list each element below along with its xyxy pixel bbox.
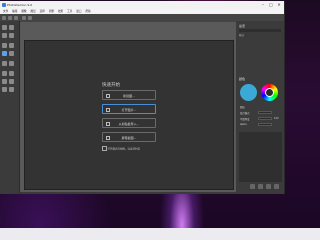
import-clipboard-label: 从剪贴板导入... (118, 122, 140, 126)
text-tool-icon[interactable] (2, 61, 7, 66)
open-image-button[interactable]: 打开图片... (102, 104, 156, 114)
toolbox (0, 21, 20, 193)
color-wheel[interactable] (261, 84, 278, 101)
close-button[interactable]: ✕ (276, 2, 282, 8)
screenshot-label: 屏幕截图... (121, 136, 137, 140)
wand-select-icon[interactable] (9, 51, 14, 56)
brush-tool-icon[interactable] (9, 71, 14, 76)
quick-start-title: 快速开始 (102, 83, 120, 88)
blend-mode-select[interactable] (258, 111, 272, 114)
opacity-value: 100 (274, 117, 279, 120)
import-clipboard-button[interactable]: 从剪贴板导入... (102, 118, 156, 128)
eraser-tool-icon[interactable] (2, 79, 7, 84)
hand-tool-icon[interactable] (2, 25, 7, 30)
blend-mode-label: 混合模式 (240, 112, 250, 115)
overview-bar (239, 29, 281, 32)
delete-layer-icon[interactable] (266, 184, 271, 189)
recent-images-label: 打开最近的图像，连接到时窗 (107, 147, 141, 151)
typography-tool-icon[interactable] (9, 61, 14, 66)
pencil-tool-icon[interactable] (2, 71, 7, 76)
colors-panel-title: 颜色 (239, 77, 246, 81)
new-image-button[interactable]: 新建图... (102, 90, 156, 100)
minimize-button[interactable]: – (260, 2, 266, 8)
new-image-label: 新建图... (123, 94, 135, 98)
opacity-slider[interactable] (258, 117, 272, 120)
app-logo-icon (2, 3, 6, 7)
window-title: PhotoDemon 9.0 (7, 3, 33, 7)
recent-images-checkbox[interactable]: 打开最近的图像，连接到时窗 (102, 146, 162, 151)
primary-color-swatch[interactable] (240, 84, 257, 101)
opacity-label: 不透明度 (240, 118, 250, 121)
clone-tool-icon[interactable] (9, 79, 14, 84)
alpha-select[interactable] (258, 123, 272, 126)
zoom-tool-icon[interactable] (9, 25, 14, 30)
layers-list[interactable] (239, 132, 282, 182)
duplicate-layer-icon[interactable] (258, 184, 263, 189)
canvas-area (24, 40, 234, 190)
open-icon[interactable] (8, 16, 12, 20)
screenshot-button[interactable]: 屏幕截图... (102, 132, 156, 142)
title-bar: PhotoDemon 9.0 – □ ✕ (0, 1, 284, 9)
fill-tool-icon[interactable] (2, 87, 7, 92)
new-icon[interactable] (2, 16, 6, 20)
redo-icon[interactable] (28, 16, 32, 20)
open-image-label: 打开图片... (121, 108, 137, 112)
ellipse-select-icon[interactable] (9, 43, 14, 48)
move-tool-icon[interactable] (2, 33, 7, 38)
color-picker-icon[interactable] (9, 33, 14, 38)
alpha-label: alpha (240, 123, 247, 126)
undo-icon[interactable] (22, 16, 26, 20)
save-icon[interactable] (14, 16, 18, 20)
overview-panel-title: 总览 (239, 24, 246, 28)
add-layer-icon[interactable] (250, 184, 255, 189)
overview-subtitle: 概括 (239, 34, 245, 37)
checkbox-box[interactable] (102, 146, 107, 151)
lasso-select-icon[interactable] (2, 51, 7, 56)
gradient-tool-icon[interactable] (9, 87, 14, 92)
rect-select-icon[interactable] (2, 43, 7, 48)
taskbar (0, 228, 320, 240)
maximize-button[interactable]: □ (268, 2, 274, 8)
layer-settings-icon[interactable] (274, 184, 279, 189)
layers-label: 图层 (240, 106, 245, 109)
